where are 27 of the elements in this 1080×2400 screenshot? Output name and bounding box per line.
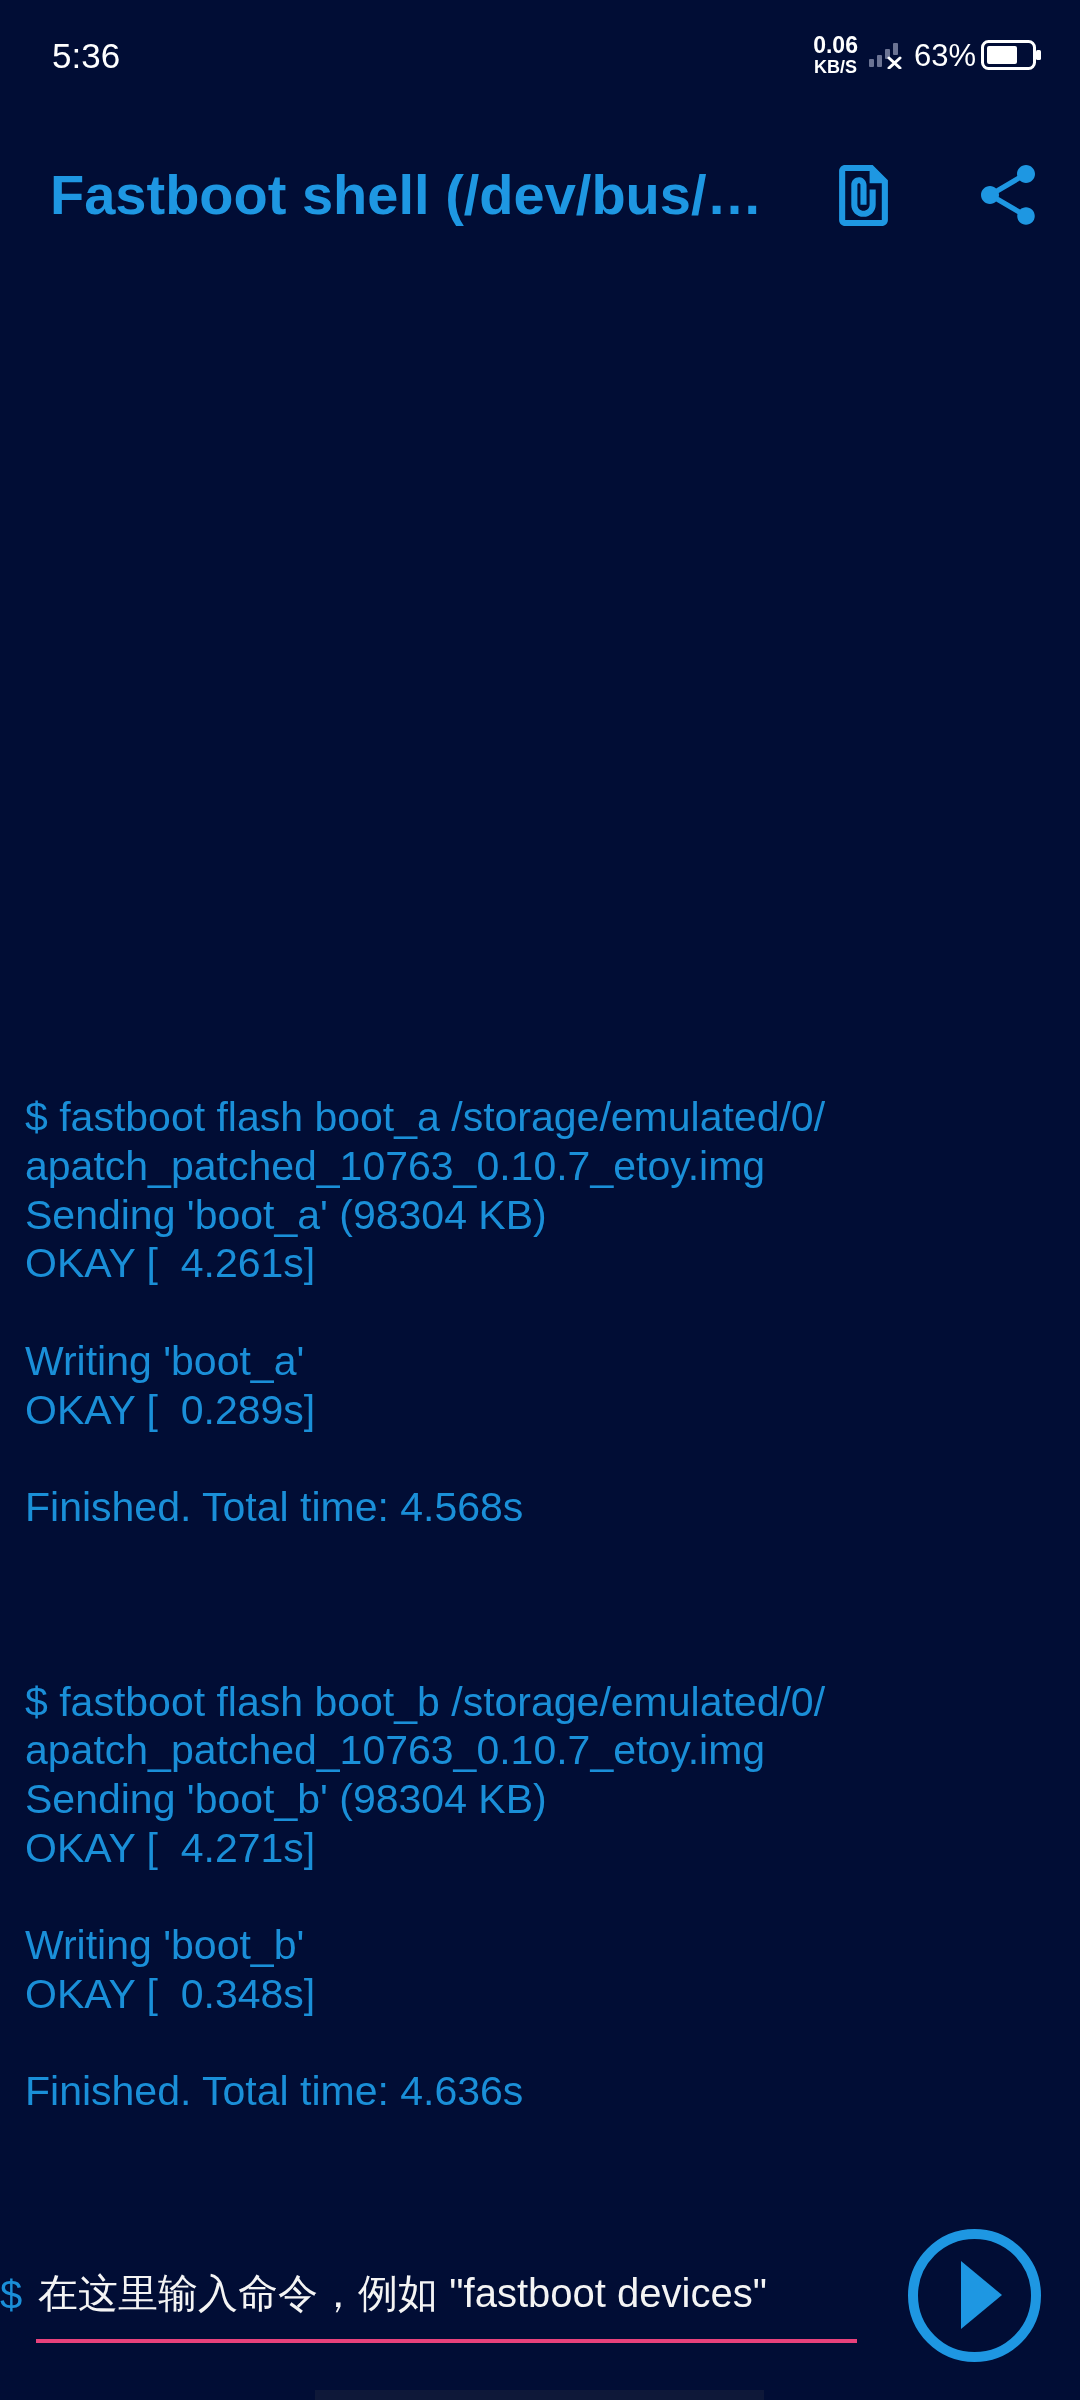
log-line: Sending 'boot_b' (98304 KB) (25, 1775, 548, 1824)
log-line: Finished. Total time: 4.568s (25, 1482, 525, 1532)
log-line: Finished. Total time: 4.636s (25, 2067, 525, 2116)
log-line: OKAY [ 0.348s] (25, 1969, 317, 2019)
prompt-symbol: $ (0, 2272, 23, 2319)
log-line: $ fastboot flash boot_b /storage/emulated/0/ (25, 1677, 827, 1727)
app-title: Fastboot shell (/dev/bus/… (50, 162, 764, 229)
share-icon[interactable] (981, 165, 1035, 225)
signal-icon (868, 41, 902, 69)
network-speed-unit: KB/S (814, 58, 858, 76)
network-speed-value: 0.06 (813, 34, 858, 57)
log-line: apatch_patched_10763_0.10.7_etoy.img (25, 1726, 767, 1776)
log-line: Writing 'boot_b' (25, 1921, 306, 1970)
file-clip-icon[interactable] (839, 164, 888, 226)
command-input[interactable]: 在这里输入命令，例如 "fastboot devices" (36, 2247, 858, 2343)
log-line: OKAY [ 4.261s] (25, 1239, 317, 1289)
battery-percent: 63% (913, 39, 976, 71)
battery-icon (981, 40, 1041, 70)
log-line: Writing 'boot_a' (25, 1336, 306, 1386)
log-line: OKAY [ 4.271s] (25, 1823, 317, 1873)
log-line: OKAY [ 0.289s] (25, 1385, 317, 1435)
run-button[interactable] (908, 2228, 1042, 2362)
status-time: 5:36 (52, 37, 121, 73)
play-icon (961, 2261, 1003, 2329)
log-line: apatch_patched_10763_0.10.7_etoy.img (25, 1142, 767, 1191)
log-line: $ fastboot flash boot_a /storage/emulated/0/ (25, 1093, 827, 1142)
log-line: Sending 'boot_a' (98304 KB) (25, 1190, 548, 1240)
